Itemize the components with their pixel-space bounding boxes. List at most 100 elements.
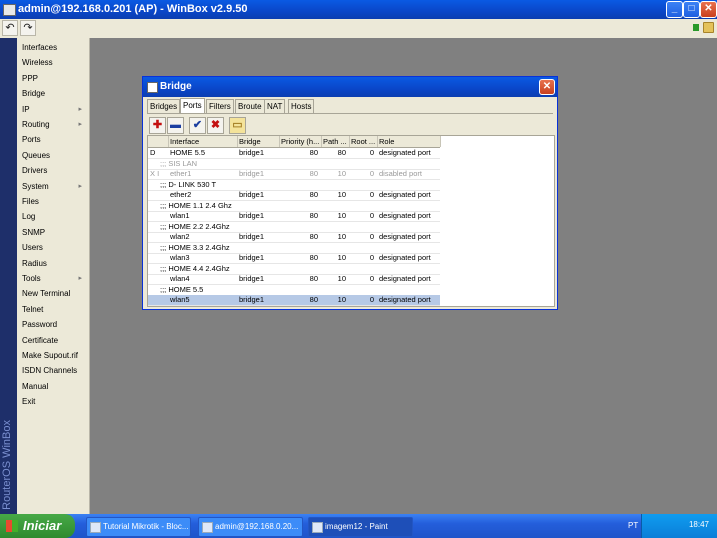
- tab-nat[interactable]: NAT: [264, 99, 286, 113]
- table-cell: bridge1: [239, 232, 265, 241]
- comment-row[interactable]: ;;; HOME 5.5: [148, 285, 440, 296]
- table-row[interactable]: wlan2 bridge1 80 10 0 designated port: [148, 232, 440, 243]
- menu-item-label: Users: [22, 243, 43, 253]
- table-cell: 10: [337, 232, 346, 241]
- menu-item-snmp[interactable]: SNMP: [22, 226, 86, 240]
- table-row[interactable]: D HOME 5.5 bridge1 80 80 0 designated port: [148, 148, 440, 159]
- comment-text: ;;; HOME 1.1 2.4 Ghz: [160, 200, 232, 210]
- language-indicator[interactable]: PT: [628, 521, 638, 530]
- menu-item-label: PPP: [22, 73, 39, 83]
- bridge-close-button[interactable]: ✕: [539, 79, 555, 95]
- menu-item-bridge[interactable]: Bridge: [22, 87, 86, 101]
- menu-item-label: System: [22, 181, 49, 191]
- table-cell: D: [150, 148, 156, 157]
- table-cell: 10: [337, 253, 346, 262]
- menu-item-interfaces[interactable]: Interfaces: [22, 41, 86, 55]
- table-cell: 80: [309, 169, 318, 178]
- bridge-window: Bridge ✕ Bridges Ports Filters Broute NAT Hos…: [142, 76, 558, 310]
- table-cell: 10: [337, 211, 346, 220]
- menu-item-log[interactable]: Log: [22, 210, 86, 224]
- column-header[interactable]: [148, 136, 169, 147]
- menu-item-certificate[interactable]: Certificate: [22, 334, 86, 348]
- table-cell: wlan3: [170, 253, 190, 262]
- table-cell: 0: [369, 295, 374, 304]
- ports-table: Interface Bridge Priority (h... Path ... Roo…: [147, 135, 555, 307]
- tab-ports[interactable]: Ports: [180, 98, 205, 113]
- column-header[interactable]: Path ...: [321, 136, 350, 147]
- bridge-window-titlebar[interactable]: Bridge ✕: [143, 77, 557, 97]
- table-row[interactable]: wlan4 bridge1 80 10 0 designated port: [148, 274, 440, 285]
- menu-item-ppp[interactable]: PPP: [22, 72, 86, 86]
- enable-icon[interactable]: ✔: [189, 117, 206, 134]
- tab-hosts[interactable]: Hosts: [288, 99, 315, 113]
- tab-bridges[interactable]: Bridges: [147, 99, 181, 113]
- table-cell: designated port: [379, 232, 431, 241]
- table-row[interactable]: ether2 bridge1 80 10 0 designated port: [148, 190, 440, 201]
- menu-item-users[interactable]: Users: [22, 241, 86, 255]
- task-label: Tutorial Mikrotik - Bloc...: [103, 522, 189, 531]
- menu-item-isdn-channels[interactable]: ISDN Channels: [22, 364, 86, 378]
- add-icon[interactable]: ✚: [149, 117, 166, 134]
- taskbar-task[interactable]: admin@192.168.0.20...: [198, 517, 303, 537]
- close-button[interactable]: ✕: [700, 1, 717, 18]
- undo-button[interactable]: ↶: [2, 20, 18, 36]
- table-row[interactable]: wlan5 bridge1 80 10 0 designated port: [148, 295, 440, 306]
- tab-broute[interactable]: Broute: [235, 99, 265, 113]
- comment-text: ;;; SIS LAN: [160, 158, 198, 168]
- menu-item-label: Make Supout.rif: [22, 351, 79, 360]
- menu-item-wireless[interactable]: Wireless: [22, 56, 86, 70]
- comment-row[interactable]: ;;; HOME 2.2 2.4Ghz: [148, 222, 440, 233]
- menu-item-telnet[interactable]: Telnet: [22, 303, 86, 317]
- menu-item-ip[interactable]: IP ▸: [22, 103, 86, 117]
- comment-row[interactable]: ;;; D- LINK 530 T: [148, 180, 440, 191]
- menu-item-new-terminal[interactable]: New Terminal: [22, 287, 86, 301]
- comment-row[interactable]: ;;; HOME 4.4 2.4Ghz: [148, 264, 440, 275]
- table-cell: 10: [337, 190, 346, 199]
- brand-bar: RouterOS WinBox: [0, 38, 17, 514]
- table-cell: 10: [337, 295, 346, 304]
- table-cell: 0: [369, 232, 374, 241]
- menu-item-label: Exit: [22, 397, 36, 407]
- column-header[interactable]: Priority (h...: [279, 136, 322, 147]
- start-button[interactable]: Iniciar: [0, 514, 75, 538]
- comment-row[interactable]: ;;; SIS LAN: [148, 159, 440, 170]
- menu-item-tools[interactable]: Tools ▸: [22, 272, 86, 286]
- remove-icon[interactable]: ▬: [167, 117, 184, 134]
- bridge-window-icon: [147, 82, 158, 93]
- menu-item-label: Queues: [22, 150, 51, 160]
- menu-item-radius[interactable]: Radius: [22, 257, 86, 271]
- menu-item-make-supout-rif[interactable]: Make Supout.rif: [22, 349, 86, 363]
- menu-item-manual[interactable]: Manual: [22, 380, 86, 394]
- menu-item-routing[interactable]: Routing ▸: [22, 118, 86, 132]
- menu-item-ports[interactable]: Ports: [22, 133, 86, 147]
- table-cell: 80: [309, 190, 318, 199]
- column-header[interactable]: Interface: [168, 136, 238, 147]
- column-header[interactable]: Role: [377, 136, 441, 147]
- column-header[interactable]: Root ...: [349, 136, 378, 147]
- system-tray: 18:47: [641, 514, 717, 538]
- table-cell: designated port: [379, 148, 431, 157]
- minimize-button[interactable]: _: [666, 1, 683, 18]
- table-row[interactable]: X I ether1 bridge1 80 10 0 disabled port: [148, 169, 440, 180]
- tab-filters[interactable]: Filters: [206, 99, 234, 113]
- menu-item-files[interactable]: Files: [22, 195, 86, 209]
- menu-item-label: ISDN Channels: [22, 366, 78, 376]
- taskbar-task[interactable]: imagem12 - Paint: [308, 517, 413, 537]
- maximize-button[interactable]: □: [683, 1, 700, 18]
- redo-button[interactable]: ↷: [20, 20, 36, 36]
- table-row[interactable]: wlan3 bridge1 80 10 0 designated port: [148, 253, 440, 264]
- menu-item-exit[interactable]: Exit: [22, 395, 86, 409]
- table-row[interactable]: wlan1 bridge1 80 10 0 designated port: [148, 211, 440, 222]
- taskbar-task[interactable]: Tutorial Mikrotik - Bloc...: [86, 517, 191, 537]
- comment-icon[interactable]: ▭: [229, 117, 246, 134]
- comment-row[interactable]: ;;; HOME 3.3 2.4Ghz: [148, 243, 440, 254]
- column-header[interactable]: Bridge: [237, 136, 280, 147]
- menu-item-system[interactable]: System ▸: [22, 180, 86, 194]
- menu-item-password[interactable]: Password: [22, 318, 86, 332]
- comment-row[interactable]: ;;; HOME 1.1 2.4 Ghz: [148, 201, 440, 212]
- comment-text: ;;; HOME 5.5: [160, 284, 204, 294]
- disable-icon[interactable]: ✖: [207, 117, 224, 134]
- menu-item-drivers[interactable]: Drivers: [22, 164, 86, 178]
- tab-divider: [147, 113, 553, 114]
- menu-item-queues[interactable]: Queues: [22, 149, 86, 163]
